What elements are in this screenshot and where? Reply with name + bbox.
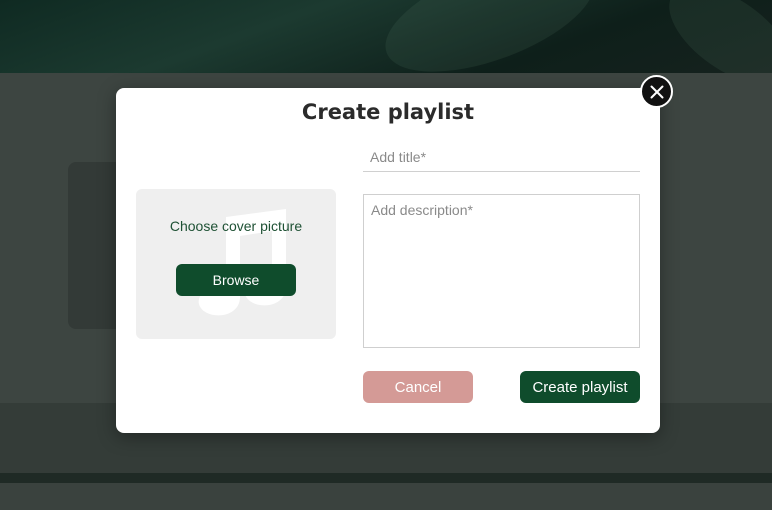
cover-picture-dropzone[interactable]: Choose cover picture Browse — [136, 189, 336, 339]
background-divider — [0, 473, 772, 483]
playlist-description-input[interactable] — [363, 194, 640, 348]
close-modal-button[interactable] — [640, 75, 673, 108]
close-icon — [650, 85, 664, 99]
app-screen: Create playlist Choose cover picture Bro… — [0, 0, 772, 510]
browse-button[interactable]: Browse — [176, 264, 296, 296]
create-playlist-button[interactable]: Create playlist — [520, 371, 640, 403]
cover-picture-label: Choose cover picture — [169, 218, 303, 234]
modal-title: Create playlist — [301, 100, 475, 124]
cancel-button[interactable]: Cancel — [363, 371, 473, 403]
create-playlist-modal: Create playlist Choose cover picture Bro… — [116, 88, 660, 433]
playlist-title-input[interactable] — [363, 142, 640, 172]
background-footer — [0, 483, 772, 510]
